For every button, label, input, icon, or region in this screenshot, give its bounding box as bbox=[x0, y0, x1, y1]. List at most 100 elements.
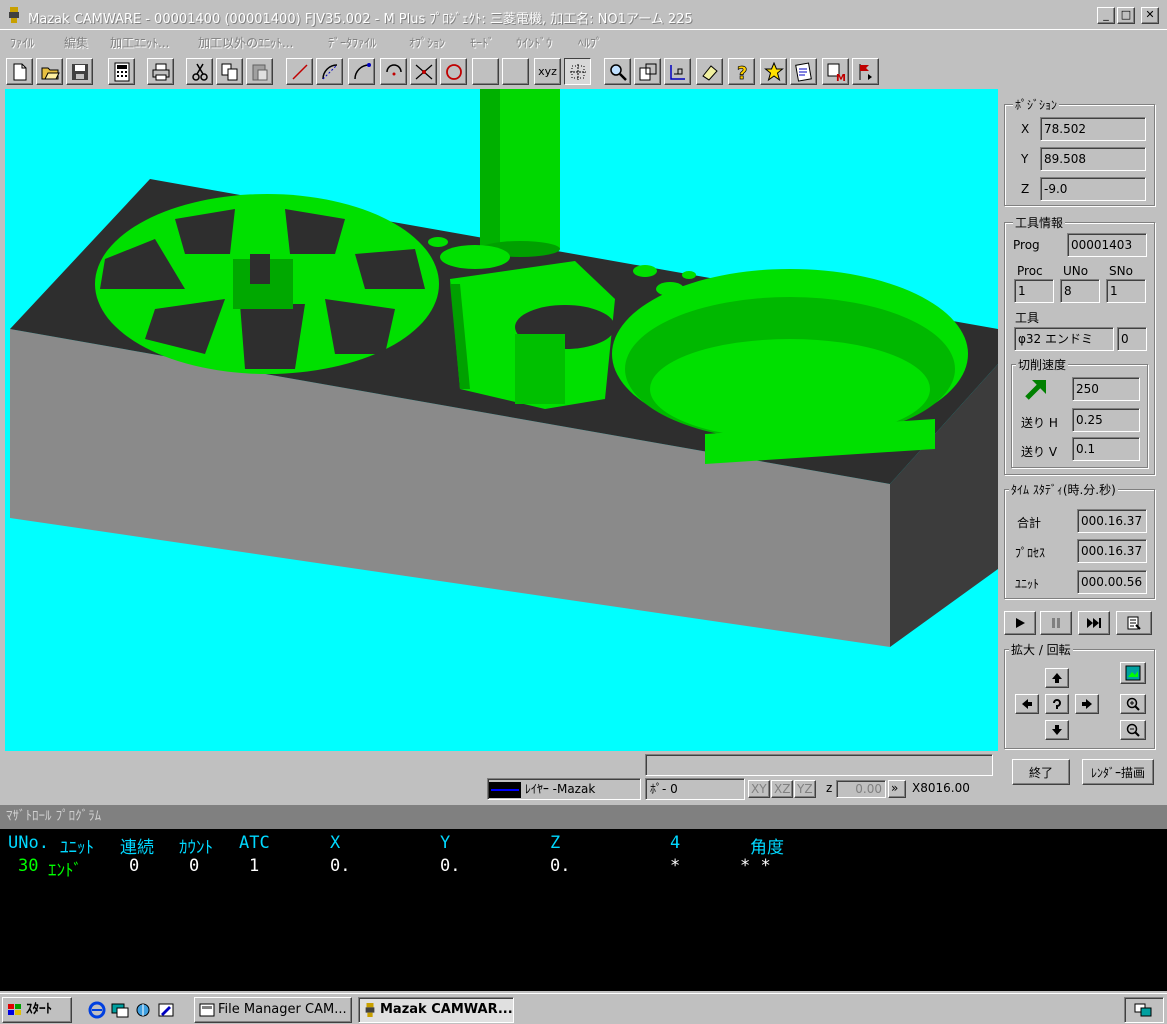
window-fit-button[interactable] bbox=[634, 58, 661, 85]
windows-logo-icon bbox=[8, 1003, 21, 1015]
outlook-express-icon[interactable] bbox=[157, 1001, 175, 1019]
mazak-m-icon: M bbox=[827, 63, 846, 82]
menu-help[interactable]: ﾍﾙﾌﾟ bbox=[578, 34, 602, 51]
zoom-rotate-group: 拡大 / 回転 bbox=[1004, 641, 1155, 749]
start-button[interactable]: ｽﾀｰﾄ bbox=[2, 997, 72, 1023]
menu-window[interactable]: ｳｲﾝﾄﾞｳ bbox=[516, 34, 552, 51]
blank-button-1[interactable] bbox=[472, 58, 499, 85]
tool-flag-button[interactable] bbox=[852, 58, 879, 85]
star-button[interactable] bbox=[760, 58, 787, 85]
play-button[interactable] bbox=[1004, 611, 1036, 635]
star-icon bbox=[763, 61, 784, 81]
help-button[interactable]: ? bbox=[728, 58, 755, 85]
mazak-app-icon bbox=[365, 1002, 375, 1017]
circle-point-button[interactable] bbox=[380, 58, 407, 85]
plane-yz-button[interactable]: YZ bbox=[794, 780, 816, 798]
new-file-button[interactable] bbox=[6, 58, 33, 85]
xyz-button[interactable]: xyz bbox=[534, 58, 561, 85]
arc-cw-button[interactable] bbox=[316, 58, 343, 85]
taskbar: ｽﾀｰﾄ File Manager CAM... Mazak CAMWAR... bbox=[0, 993, 1167, 1024]
render-button[interactable]: ﾚﾝﾀﾞｰ描画 bbox=[1082, 759, 1154, 785]
calculator-button[interactable] bbox=[108, 58, 135, 85]
col-header-z: Z bbox=[550, 833, 561, 853]
zoom-button[interactable] bbox=[604, 58, 631, 85]
prog-field: 00001403 bbox=[1067, 233, 1147, 257]
skip-forward-button[interactable] bbox=[1078, 611, 1110, 635]
grid-select-button[interactable] bbox=[564, 58, 591, 85]
calculator-icon bbox=[114, 62, 129, 81]
menu-option[interactable]: ｵﾌﾟｼｮﾝ bbox=[409, 34, 445, 51]
rotate-left-button[interactable] bbox=[1015, 694, 1039, 714]
circle-button[interactable] bbox=[440, 58, 467, 85]
menu-machining-unit[interactable]: 加工ﾕﾆｯﾄ... bbox=[110, 34, 169, 51]
3d-viewport[interactable] bbox=[5, 89, 998, 751]
profile-button[interactable] bbox=[664, 58, 691, 85]
paste-button[interactable] bbox=[246, 58, 273, 85]
pointer-label: ﾎﾟ- 0 bbox=[650, 782, 678, 796]
pause-button[interactable] bbox=[1040, 611, 1072, 635]
cutting-speed-group: 切削速度 250 送り H 0.25 送り V 0.1 bbox=[1011, 356, 1148, 468]
help-icon: ? bbox=[736, 62, 747, 81]
log-button[interactable] bbox=[1116, 611, 1152, 635]
feed-h-label: 送り H bbox=[1021, 416, 1058, 430]
mazak-m-button[interactable]: M bbox=[822, 58, 849, 85]
time-study-title: ﾀｲﾑ ｽﾀﾃﾞｨ(時.分.秒) bbox=[1009, 481, 1118, 498]
cut-button[interactable] bbox=[186, 58, 213, 85]
desktop-icon[interactable] bbox=[111, 1001, 129, 1019]
network-icon[interactable] bbox=[1133, 1002, 1153, 1018]
taskbar-mazak-camware[interactable]: Mazak CAMWAR... bbox=[358, 997, 514, 1023]
right-panel: ﾎﾟｼﾞｼｮﾝ X 78.502 Y 89.508 Z -9.0 工具情報 Pr… bbox=[998, 89, 1167, 801]
rotate-reset-button[interactable] bbox=[1045, 694, 1069, 714]
maximize-button[interactable]: □ bbox=[1117, 7, 1135, 24]
taskbar-file-manager[interactable]: File Manager CAM... bbox=[194, 997, 352, 1023]
col-header-y: Y bbox=[440, 833, 451, 853]
rotate-right-button[interactable] bbox=[1075, 694, 1099, 714]
open-button[interactable] bbox=[36, 58, 63, 85]
close-button[interactable]: ✕ bbox=[1141, 7, 1159, 24]
zoom-out-button[interactable] bbox=[1120, 720, 1146, 740]
print-button[interactable] bbox=[147, 58, 174, 85]
line-tool-button[interactable] bbox=[286, 58, 313, 85]
plane-xz-button[interactable]: XZ bbox=[771, 780, 793, 798]
minimize-button[interactable]: _ bbox=[1097, 7, 1115, 24]
z-apply-button[interactable]: » bbox=[888, 780, 906, 798]
blank-button-2[interactable] bbox=[502, 58, 529, 85]
menu-edit[interactable]: 編集 bbox=[64, 34, 88, 51]
intersect-button[interactable] bbox=[410, 58, 437, 85]
pause-icon bbox=[1052, 618, 1060, 628]
zoom-in-button[interactable] bbox=[1120, 694, 1146, 714]
zoom-in-icon bbox=[1126, 697, 1140, 711]
copy-button[interactable] bbox=[216, 58, 243, 85]
col-header-angle: 角度 bbox=[750, 838, 784, 858]
arc-ccw-button[interactable] bbox=[348, 58, 375, 85]
rotate-up-button[interactable] bbox=[1045, 668, 1069, 688]
layer-field[interactable]: ﾚｲﾔｰ -Mazak bbox=[487, 778, 641, 800]
skip-forward-icon bbox=[1087, 618, 1101, 628]
pointer-field: ﾎﾟ- 0 bbox=[645, 778, 745, 800]
eraser-button[interactable] bbox=[696, 58, 723, 85]
x-position-field: 78.502 bbox=[1040, 117, 1146, 141]
end-button[interactable]: 終了 bbox=[1012, 759, 1070, 785]
save-button[interactable] bbox=[66, 58, 93, 85]
sheet-button[interactable] bbox=[790, 58, 817, 85]
plane-xy-button[interactable]: XY bbox=[748, 780, 770, 798]
line-icon bbox=[291, 63, 308, 80]
task1-label: File Manager CAM... bbox=[218, 1002, 347, 1017]
view-image-button[interactable] bbox=[1120, 662, 1146, 684]
program-table[interactable]: UNo. ﾕﾆｯﾄ 連続 ｶｳﾝﾄ ATC X Y Z 4 角度 30 ｴﾝﾄﾞ… bbox=[0, 829, 1167, 991]
rotate-down-button[interactable] bbox=[1045, 720, 1069, 740]
position-group: ﾎﾟｼﾞｼｮﾝ X 78.502 Y 89.508 Z -9.0 bbox=[1004, 96, 1155, 206]
channels-icon[interactable] bbox=[134, 1001, 152, 1019]
z-label: Z bbox=[1021, 182, 1030, 196]
tool-flag-icon bbox=[859, 63, 872, 80]
menu-data-file[interactable]: ﾃﾞｰﾀﾌｧｲﾙ bbox=[328, 34, 376, 51]
menu-file[interactable]: ﾌｧｲﾙ bbox=[10, 34, 34, 51]
menu-other-unit[interactable]: 加工以外のﾕﾆｯﾄ... bbox=[198, 34, 293, 51]
double-chevron-right-icon: » bbox=[891, 781, 899, 795]
unit-time-field: 000.00.56 bbox=[1077, 570, 1147, 594]
x-label: X bbox=[1021, 122, 1030, 136]
grid-select-icon bbox=[569, 63, 586, 80]
internet-explorer-icon[interactable] bbox=[88, 1001, 106, 1019]
menu-mode[interactable]: ﾓｰﾄﾞ bbox=[470, 34, 494, 51]
z-input[interactable]: 0.00 bbox=[836, 780, 886, 798]
